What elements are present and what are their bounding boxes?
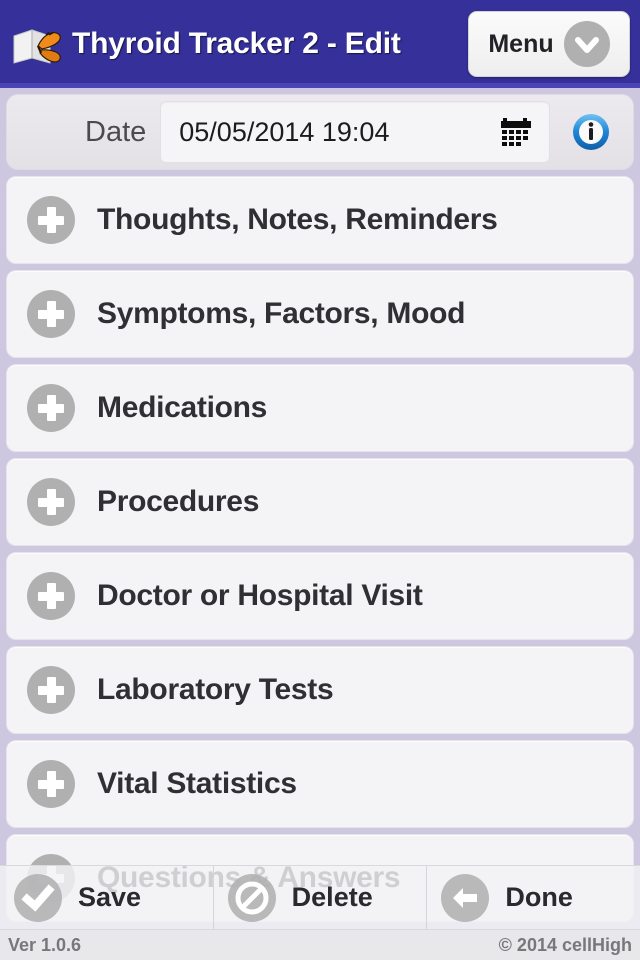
entry-list: Thoughts, Notes, Reminders Symptoms, Fac… <box>6 176 634 922</box>
list-item-label: Vital Statistics <box>97 767 297 800</box>
list-item-label: Doctor or Hospital Visit <box>97 579 423 612</box>
list-item[interactable]: Procedures <box>6 458 634 546</box>
list-item[interactable]: Laboratory Tests <box>6 646 634 734</box>
list-item[interactable]: Thoughts, Notes, Reminders <box>6 176 634 264</box>
list-item[interactable]: Medications <box>6 364 634 452</box>
book-butterfly-icon <box>8 16 70 72</box>
plus-circle-icon <box>27 666 75 714</box>
plus-circle-icon <box>27 196 75 244</box>
app-screen: Thyroid Tracker 2 - Edit Menu Date 05/05… <box>0 0 640 960</box>
chevron-down-icon <box>563 21 610 67</box>
list-item-label: Laboratory Tests <box>97 673 334 706</box>
list-item-label: Symptoms, Factors, Mood <box>97 297 466 330</box>
plus-circle-icon <box>27 384 75 432</box>
delete-button-label: Delete <box>291 882 373 912</box>
date-input[interactable]: 05/05/2014 19:04 <box>160 101 551 163</box>
done-button-label: Done <box>505 882 573 912</box>
plus-circle-icon <box>27 478 75 526</box>
plus-circle-icon <box>27 572 75 620</box>
list-item[interactable]: Doctor or Hospital Visit <box>6 552 634 640</box>
list-item[interactable]: Vital Statistics <box>6 740 634 828</box>
bottom-toolbar: Save Delete Done <box>0 865 640 930</box>
list-item-label: Procedures <box>97 485 260 518</box>
date-row: Date 05/05/2014 19:04 <box>6 94 634 170</box>
save-button[interactable]: Save <box>0 866 214 929</box>
save-button-label: Save <box>78 882 142 912</box>
list-item-label: Medications <box>97 391 268 424</box>
calendar-icon[interactable] <box>501 118 532 146</box>
version-label: Ver 1.0.6 <box>8 934 82 955</box>
done-button[interactable]: Done <box>427 866 640 929</box>
list-item-label: Thoughts, Notes, Reminders <box>97 203 498 236</box>
menu-button[interactable]: Menu <box>468 11 630 77</box>
copyright-label: © 2014 cellHigh <box>498 934 632 955</box>
check-circle-icon <box>14 873 62 922</box>
date-value: 05/05/2014 19:04 <box>179 116 390 147</box>
info-circle-icon[interactable] <box>572 113 610 151</box>
app-header: Thyroid Tracker 2 - Edit Menu <box>0 0 640 88</box>
page-title: Thyroid Tracker 2 - Edit <box>72 27 401 60</box>
no-entry-circle-icon <box>227 873 276 922</box>
plus-circle-icon <box>27 760 75 808</box>
plus-circle-icon <box>27 290 75 338</box>
list-item[interactable]: Symptoms, Factors, Mood <box>6 270 634 358</box>
arrow-left-circle-icon <box>441 873 490 922</box>
menu-button-label: Menu <box>488 29 554 58</box>
status-bar: Ver 1.0.6 © 2014 cellHigh <box>0 930 640 960</box>
date-label: Date <box>85 115 147 148</box>
delete-button[interactable]: Delete <box>214 866 428 929</box>
